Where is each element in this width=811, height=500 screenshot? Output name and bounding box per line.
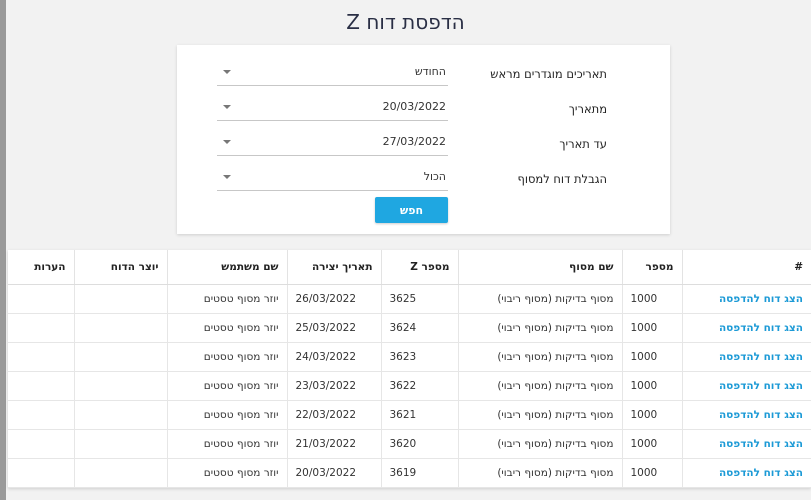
terminal-name-cell: מסוף בדיקות (מסוף ריבוי) bbox=[457, 429, 622, 459]
column-header-created-date: תאריך יצירה bbox=[286, 250, 381, 285]
z-number-cell: 3619 bbox=[380, 458, 458, 488]
number-cell: 1000 bbox=[621, 284, 682, 314]
z-number-cell: 3621 bbox=[380, 400, 458, 430]
notes-cell bbox=[8, 371, 74, 401]
to-date-select[interactable]: 27/03/2022 bbox=[217, 131, 448, 156]
report-creator-cell bbox=[73, 458, 167, 488]
chevron-down-icon bbox=[223, 175, 231, 179]
terminal-limit-select[interactable]: הכול bbox=[217, 166, 448, 191]
column-header-hash: # bbox=[681, 250, 811, 285]
user-name-cell: יוזר מסוף טסטים bbox=[166, 284, 287, 314]
show-report-link[interactable]: הצג דוח להדפסה bbox=[681, 371, 811, 401]
page-title: הדפסת דוח Z bbox=[346, 10, 465, 34]
terminal-name-cell: מסוף בדיקות (מסוף ריבוי) bbox=[457, 284, 622, 314]
table-row: הצג דוח להדפסה 1000 מסוף בדיקות (מסוף ריבו… bbox=[8, 313, 811, 343]
z-number-cell: 3625 bbox=[380, 284, 458, 314]
number-cell: 1000 bbox=[621, 313, 682, 343]
number-cell: 1000 bbox=[621, 371, 682, 401]
terminal-name-cell: מסוף בדיקות (מסוף ריבוי) bbox=[457, 342, 622, 372]
terminal-name-cell: מסוף בדיקות (מסוף ריבוי) bbox=[457, 400, 622, 430]
terminal-limit-value: הכול bbox=[423, 170, 446, 183]
preset-dates-value: החודש bbox=[414, 65, 446, 78]
table-body: הצג דוח להדפסה 1000 מסוף בדיקות (מסוף ריבו… bbox=[8, 284, 811, 488]
table-row: הצג דוח להדפסה 1000 מסוף בדיקות (מסוף ריבו… bbox=[8, 458, 811, 488]
z-number-cell: 3622 bbox=[380, 371, 458, 401]
user-name-cell: יוזר מסוף טסטים bbox=[166, 400, 287, 430]
number-cell: 1000 bbox=[621, 429, 682, 459]
notes-cell bbox=[8, 458, 74, 488]
show-report-link[interactable]: הצג דוח להדפסה bbox=[681, 342, 811, 372]
filter-row-terminal: הגבלת דוח למסוף הכול bbox=[177, 166, 670, 196]
column-header-notes: הערות bbox=[8, 250, 74, 285]
report-creator-cell bbox=[73, 429, 167, 459]
user-name-cell: יוזר מסוף טסטים bbox=[166, 429, 287, 459]
number-cell: 1000 bbox=[621, 458, 682, 488]
notes-cell bbox=[8, 400, 74, 430]
column-header-report-creator: יוצר הדוח bbox=[73, 250, 167, 285]
created-date-cell: 20/03/2022 bbox=[286, 458, 381, 488]
chevron-down-icon bbox=[223, 105, 231, 109]
chevron-down-icon bbox=[223, 140, 231, 144]
user-name-cell: יוזר מסוף טסטים bbox=[166, 342, 287, 372]
show-report-link[interactable]: הצג דוח להדפסה bbox=[681, 313, 811, 343]
created-date-cell: 25/03/2022 bbox=[286, 313, 381, 343]
user-name-cell: יוזר מסוף טסטים bbox=[166, 313, 287, 343]
notes-cell bbox=[8, 284, 74, 314]
report-creator-cell bbox=[73, 313, 167, 343]
table-row: הצג דוח להדפסה 1000 מסוף בדיקות (מסוף ריבו… bbox=[8, 371, 811, 401]
show-report-link[interactable]: הצג דוח להדפסה bbox=[681, 429, 811, 459]
created-date-cell: 21/03/2022 bbox=[286, 429, 381, 459]
number-cell: 1000 bbox=[621, 342, 682, 372]
show-report-link[interactable]: הצג דוח להדפסה bbox=[681, 284, 811, 314]
notes-cell bbox=[8, 313, 74, 343]
table-row: הצג דוח להדפסה 1000 מסוף בדיקות (מסוף ריבו… bbox=[8, 342, 811, 372]
from-date-label: מתאריך bbox=[568, 102, 607, 116]
terminal-limit-label: הגבלת דוח למסוף bbox=[517, 172, 607, 186]
to-date-value: 27/03/2022 bbox=[382, 135, 446, 148]
terminal-name-cell: מסוף בדיקות (מסוף ריבוי) bbox=[457, 458, 622, 488]
to-date-label: עד תאריך bbox=[559, 137, 607, 151]
filter-panel: תאריכים מוגדרים מראש החודש מתאריך 20/03/… bbox=[177, 45, 670, 234]
window-left-edge bbox=[0, 0, 6, 500]
terminal-name-cell: מסוף בדיקות (מסוף ריבוי) bbox=[457, 313, 622, 343]
created-date-cell: 22/03/2022 bbox=[286, 400, 381, 430]
report-creator-cell bbox=[73, 400, 167, 430]
z-number-cell: 3620 bbox=[380, 429, 458, 459]
report-creator-cell bbox=[73, 284, 167, 314]
created-date-cell: 26/03/2022 bbox=[286, 284, 381, 314]
z-number-cell: 3624 bbox=[380, 313, 458, 343]
preset-dates-select[interactable]: החודש bbox=[217, 61, 448, 86]
preset-dates-label: תאריכים מוגדרים מראש bbox=[490, 67, 607, 81]
notes-cell bbox=[8, 429, 74, 459]
show-report-link[interactable]: הצג דוח להדפסה bbox=[681, 400, 811, 430]
column-header-user-name: שם משתמש bbox=[166, 250, 287, 285]
notes-cell bbox=[8, 342, 74, 372]
z-number-cell: 3623 bbox=[380, 342, 458, 372]
chevron-down-icon bbox=[223, 70, 231, 74]
table-row: הצג דוח להדפסה 1000 מסוף בדיקות (מסוף ריבו… bbox=[8, 429, 811, 459]
from-date-select[interactable]: 20/03/2022 bbox=[217, 96, 448, 121]
created-date-cell: 23/03/2022 bbox=[286, 371, 381, 401]
reports-table-container: # מספר שם מסוף מספר Z תאריך יצירה שם משת… bbox=[8, 250, 811, 488]
column-header-terminal-name: שם מסוף bbox=[457, 250, 622, 285]
number-cell: 1000 bbox=[621, 400, 682, 430]
filter-row-preset: תאריכים מוגדרים מראש החודש bbox=[177, 61, 670, 91]
column-header-z-number: מספר Z bbox=[380, 250, 458, 285]
filter-row-from-date: מתאריך 20/03/2022 bbox=[177, 96, 670, 126]
column-header-number: מספר bbox=[621, 250, 682, 285]
terminal-name-cell: מסוף בדיקות (מסוף ריבוי) bbox=[457, 371, 622, 401]
table-row: הצג דוח להדפסה 1000 מסוף בדיקות (מסוף ריבו… bbox=[8, 400, 811, 430]
show-report-link[interactable]: הצג דוח להדפסה bbox=[681, 458, 811, 488]
table-row: הצג דוח להדפסה 1000 מסוף בדיקות (מסוף ריבו… bbox=[8, 284, 811, 314]
user-name-cell: יוזר מסוף טסטים bbox=[166, 458, 287, 488]
from-date-value: 20/03/2022 bbox=[382, 100, 446, 113]
filter-row-to-date: עד תאריך 27/03/2022 bbox=[177, 131, 670, 161]
report-creator-cell bbox=[73, 342, 167, 372]
search-button[interactable]: חפש bbox=[375, 197, 448, 223]
user-name-cell: יוזר מסוף טסטים bbox=[166, 371, 287, 401]
table-header-row: # מספר שם מסוף מספר Z תאריך יצירה שם משת… bbox=[8, 250, 811, 285]
report-creator-cell bbox=[73, 371, 167, 401]
created-date-cell: 24/03/2022 bbox=[286, 342, 381, 372]
reports-table: # מספר שם מסוף מספר Z תאריך יצירה שם משת… bbox=[8, 250, 811, 488]
